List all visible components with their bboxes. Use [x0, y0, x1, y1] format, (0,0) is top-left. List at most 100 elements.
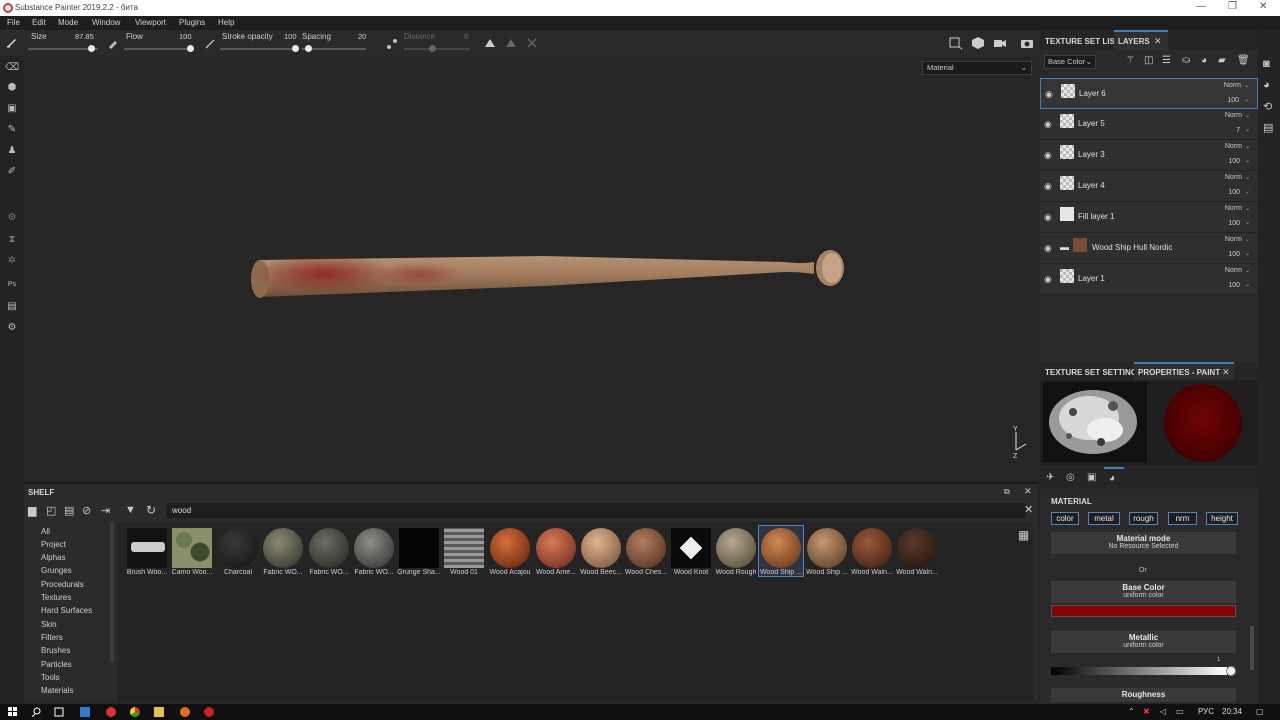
layer-opacity[interactable]: 100: [1228, 282, 1240, 289]
material-settings-tab[interactable]: ◕: [1104, 467, 1124, 489]
layer-opacity[interactable]: 100: [1227, 97, 1239, 104]
chrome-icon[interactable]: [130, 707, 140, 717]
import-icon[interactable]: ⇥: [101, 504, 110, 517]
stroke-opacity-value[interactable]: 100: [284, 32, 297, 41]
brush-icon[interactable]: [6, 36, 18, 48]
add-mask-icon[interactable]: ◫: [1144, 55, 1153, 66]
float-panel-icon[interactable]: ⧉: [1004, 487, 1010, 497]
layer-opacity[interactable]: 7: [1236, 127, 1240, 134]
tab-texture-set-list[interactable]: TEXTURE SET LIST: [1045, 37, 1120, 46]
category-grunges[interactable]: Grunges: [41, 566, 72, 575]
menu-plugins[interactable]: Plugins: [179, 18, 205, 27]
shelf-item-thumbnail[interactable]: [127, 528, 167, 568]
delete-layer-icon[interactable]: 🗑: [1237, 55, 1250, 66]
menu-file[interactable]: File: [7, 18, 20, 27]
restore-button[interactable]: ❐: [1228, 1, 1237, 12]
stencil-settings-icon[interactable]: ▣: [1087, 472, 1096, 483]
shelf-item-thumbnail[interactable]: [354, 528, 394, 568]
channel-metal-toggle[interactable]: metal: [1088, 512, 1120, 525]
settings-icon[interactable]: ⚙: [4, 320, 20, 336]
base-color-swatch[interactable]: [1051, 605, 1236, 617]
metallic-slider-knob[interactable]: [1226, 666, 1236, 676]
filter-icon[interactable]: ▼: [125, 504, 136, 516]
layer-blend-mode[interactable]: Norm: [1224, 82, 1241, 89]
history-icon[interactable]: ⟲: [1263, 100, 1272, 113]
transform-icon[interactable]: [526, 37, 538, 49]
desktop-app-icon[interactable]: [80, 707, 90, 717]
projection-icon[interactable]: ⬢: [4, 80, 20, 96]
close-tab-icon[interactable]: ✕: [1222, 367, 1230, 378]
material-mode-slot[interactable]: Material mode No Resource Selected: [1051, 532, 1236, 554]
shelf-item-thumbnail[interactable]: [626, 528, 666, 568]
channel-color-toggle[interactable]: color: [1051, 512, 1079, 525]
smudge-icon[interactable]: ✎: [4, 122, 20, 138]
flow-slider[interactable]: [124, 48, 194, 50]
fill-layer-icon[interactable]: ⛀: [1182, 55, 1190, 66]
gear-icon[interactable]: ✲: [4, 253, 20, 269]
layer-blend-mode[interactable]: Norm: [1225, 236, 1242, 243]
layer-opacity[interactable]: 100: [1228, 158, 1240, 165]
channel-select[interactable]: Base Color ⌄: [1044, 55, 1096, 69]
polygon-fill-icon[interactable]: ▣: [4, 101, 20, 117]
blender-icon[interactable]: [180, 707, 190, 717]
layer-opacity[interactable]: 100: [1228, 251, 1240, 258]
category-project[interactable]: Project: [41, 540, 66, 549]
language-indicator[interactable]: РУС: [1198, 707, 1214, 716]
clone-stamp-icon[interactable]: ♟: [4, 143, 20, 159]
layer-row[interactable]: ◉ Layer 4 Norm 100 ⌄ ⌄: [1040, 171, 1258, 202]
layer-blend-mode[interactable]: Norm: [1225, 143, 1242, 150]
category-materials[interactable]: Materials: [41, 686, 73, 695]
symmetry-icon[interactable]: [484, 37, 496, 49]
layer-opacity[interactable]: 100: [1228, 220, 1240, 227]
flow-value[interactable]: 100: [179, 32, 192, 41]
search-icon[interactable]: [32, 707, 42, 717]
brush-settings-icon[interactable]: ✈: [1046, 472, 1054, 483]
refresh-icon[interactable]: ↻: [146, 503, 156, 517]
notifications-icon[interactable]: ▢: [1256, 707, 1264, 716]
shelf-item-thumbnail[interactable]: [716, 528, 756, 568]
bake-icon[interactable]: ⚙: [4, 210, 20, 226]
shelf-item-thumbnail[interactable]: [581, 528, 621, 568]
display-settings-icon[interactable]: ◙: [1263, 58, 1270, 70]
keyboard-icon[interactable]: ▭: [1176, 707, 1184, 716]
eraser-icon[interactable]: ⌫: [4, 60, 20, 76]
roughness-slot[interactable]: Roughness: [1051, 688, 1236, 702]
windows-start-icon[interactable]: [8, 707, 18, 717]
flow-pressure-icon[interactable]: [204, 38, 216, 50]
eye-icon[interactable]: ◉: [1044, 119, 1052, 130]
category-tools[interactable]: Tools: [41, 673, 60, 682]
symmetry-mirror-icon[interactable]: [505, 37, 517, 49]
categories-scrollbar[interactable]: [110, 522, 114, 662]
pen-pressure-icon[interactable]: [107, 38, 119, 50]
menu-help[interactable]: Help: [218, 18, 234, 27]
channel-rough-toggle[interactable]: rough: [1129, 512, 1158, 525]
channel-nrm-toggle[interactable]: nrm: [1168, 512, 1197, 525]
tray-chevron-icon[interactable]: ⌃: [1128, 707, 1135, 716]
metallic-slot[interactable]: Metallic uniform color: [1051, 631, 1236, 653]
add-effect-icon[interactable]: ☰: [1162, 55, 1171, 66]
menu-window[interactable]: Window: [92, 18, 120, 27]
category-procedurals[interactable]: Procedurals: [41, 580, 84, 589]
clock[interactable]: 20:34: [1222, 707, 1242, 716]
shelf-item-thumbnail[interactable]: [536, 528, 576, 568]
base-color-slot[interactable]: Base Color uniform color: [1051, 581, 1236, 603]
photoshop-icon[interactable]: Ps: [4, 277, 20, 293]
network-icon[interactable]: ✖: [1143, 707, 1150, 716]
substance-painter-icon[interactable]: [204, 707, 214, 717]
shelf-item-thumbnail[interactable]: [263, 528, 303, 568]
shelf-item-thumbnail[interactable]: [218, 528, 258, 568]
log-icon[interactable]: ▤: [1263, 121, 1273, 134]
shelf-item-thumbnail[interactable]: [444, 528, 484, 568]
eye-icon[interactable]: ◉: [1044, 150, 1052, 161]
layer-opacity[interactable]: 100: [1228, 189, 1240, 196]
alpha-settings-icon[interactable]: ◎: [1066, 472, 1075, 483]
category-skin[interactable]: Skin: [41, 620, 57, 629]
menu-mode[interactable]: Mode: [58, 18, 78, 27]
export-icon[interactable]: ▤: [4, 299, 20, 315]
tab-texture-set-settings[interactable]: TEXTURE SET SETTINGS: [1045, 368, 1142, 377]
paint-layer-icon[interactable]: ◕: [1201, 55, 1207, 66]
menu-viewport[interactable]: Viewport: [135, 18, 166, 27]
stroke-opacity-slider[interactable]: [220, 48, 296, 50]
layer-blend-mode[interactable]: Norm: [1225, 174, 1242, 181]
screenshot-camera-icon[interactable]: [1020, 36, 1034, 50]
